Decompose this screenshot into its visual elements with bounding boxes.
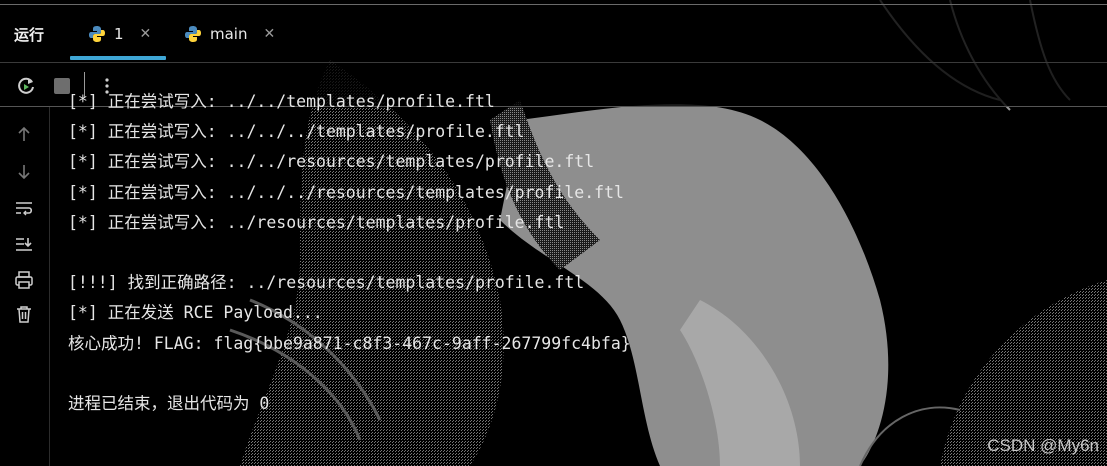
watermark: CSDN @My6n — [987, 436, 1099, 455]
arrow-up-icon — [18, 126, 30, 141]
window-edge — [0, 4, 1107, 5]
clear-all-button[interactable] — [13, 303, 35, 325]
scroll-to-end-button[interactable] — [13, 233, 35, 255]
rerun-icon — [18, 77, 34, 94]
close-icon[interactable]: ✕ — [263, 26, 275, 42]
console-line: 核心成功! FLAG: flag{bbe9a871-c8f3-467c-9aff… — [68, 333, 631, 353]
print-icon — [15, 271, 33, 289]
tab-run-1[interactable]: 1 ✕ — [88, 22, 151, 46]
console-line: [!!!] 找到正确路径: ../resources/templates/pro… — [68, 273, 585, 293]
console-output[interactable]: [*] 正在尝试写入: ../../templates/profile.ftl … — [68, 92, 631, 419]
console-line: [*] 正在尝试写入: ../../resources/templates/pr… — [68, 152, 595, 172]
run-tool-window-header: 运行 1 ✕ main ✕ — [0, 0, 1107, 63]
python-icon — [185, 26, 201, 42]
console-line: [*] 正在尝试写入: ../../../templates/profile.f… — [68, 122, 525, 142]
tab-main[interactable]: main ✕ — [184, 22, 275, 46]
console-side-toolbar — [0, 107, 50, 466]
scroll-down-button[interactable] — [13, 161, 35, 183]
scroll-to-end-icon — [16, 238, 32, 251]
active-tab-indicator — [70, 56, 166, 60]
trash-icon — [17, 306, 31, 323]
scroll-up-button[interactable] — [13, 123, 35, 145]
python-icon — [89, 26, 105, 42]
print-button[interactable] — [13, 269, 35, 291]
arrow-down-icon — [18, 165, 30, 180]
tab-label: 1 — [114, 25, 124, 43]
console-line: [*] 正在尝试写入: ../resources/templates/profi… — [68, 212, 565, 232]
close-icon[interactable]: ✕ — [140, 26, 152, 42]
soft-wrap-icon — [16, 202, 33, 216]
console-line: [*] 正在尝试写入: ../../../resources/templates… — [68, 182, 624, 202]
panel-title: 运行 — [14, 26, 45, 44]
console-line: [*] 正在尝试写入: ../../templates/profile.ftl — [68, 92, 495, 111]
tab-label: main — [210, 25, 248, 43]
rerun-button[interactable] — [15, 75, 37, 97]
console-line: 进程已结束，退出代码为 0 — [68, 393, 270, 413]
soft-wrap-button[interactable] — [13, 197, 35, 219]
side-divider — [49, 107, 50, 466]
console-line: [*] 正在发送 RCE Payload... — [68, 303, 323, 323]
